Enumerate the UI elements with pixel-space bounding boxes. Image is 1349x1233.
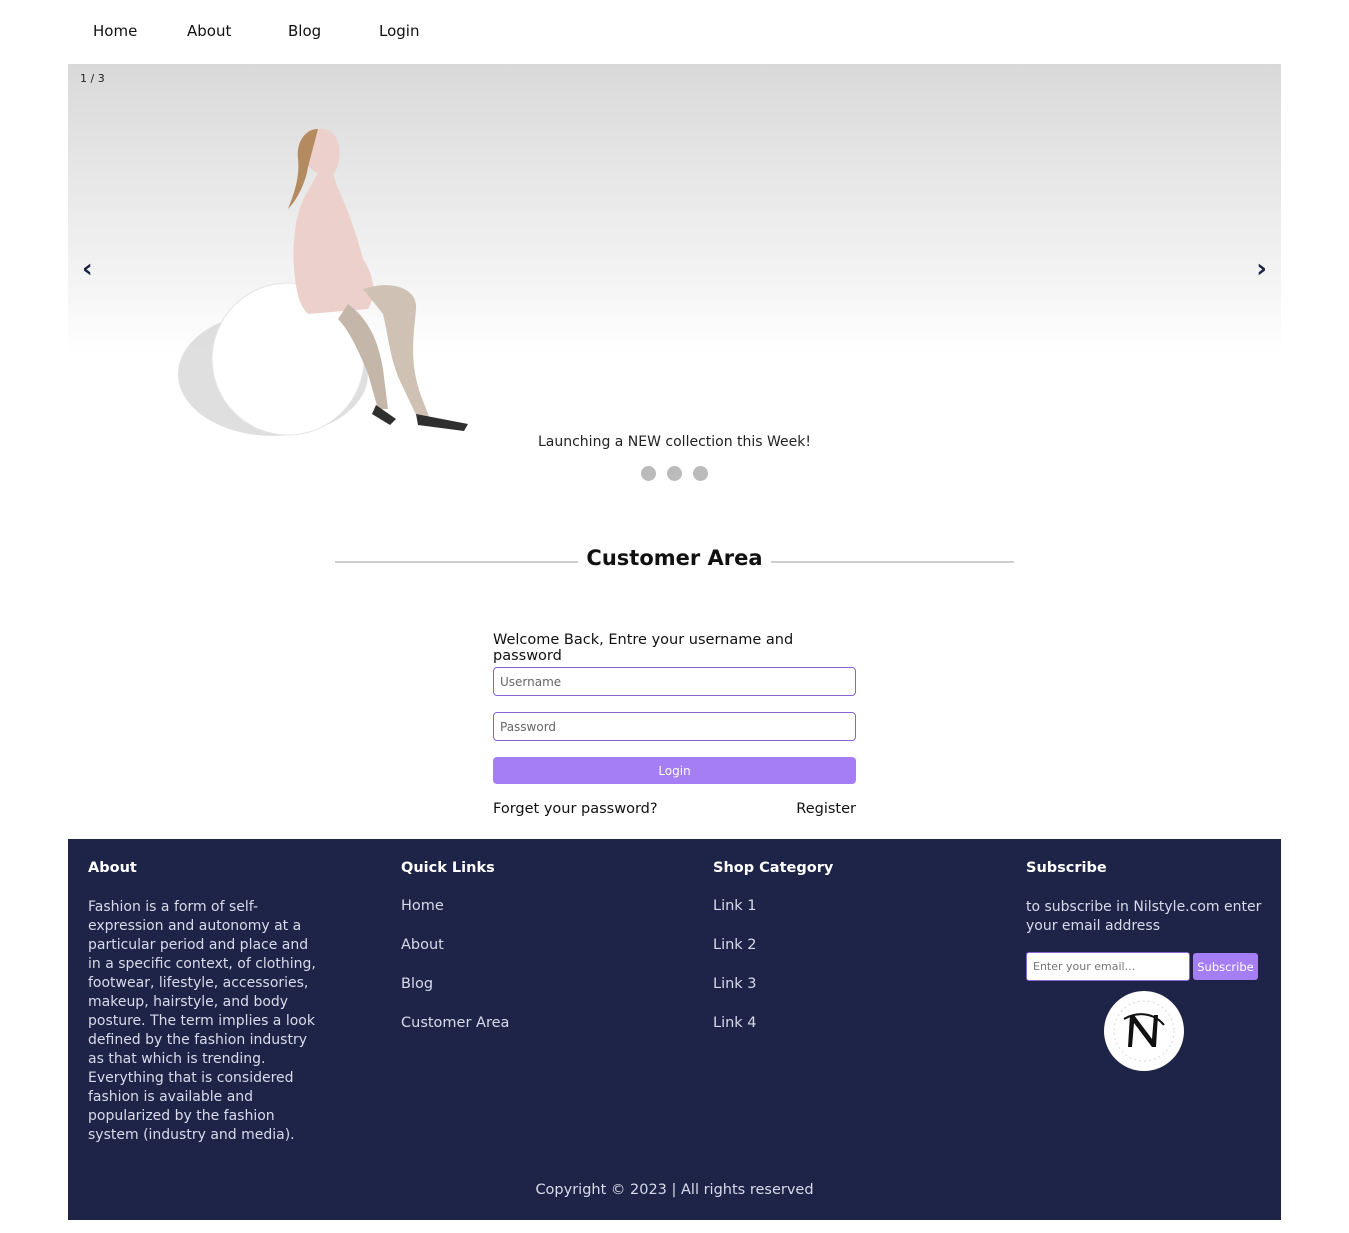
footer-link-2[interactable]: Link 2 [713,937,757,953]
footer-link-about[interactable]: About [401,937,444,953]
slider-dot[interactable] [640,466,656,481]
hero-slider: 1 / 3 ‹ › Launching a NEW collection thi… [68,64,1281,514]
customer-area-header: Customer Area [335,546,1014,578]
welcome-text: Welcome Back, Entre your username and pa… [493,632,794,664]
nav-home[interactable]: Home [93,22,137,40]
subscribe-button[interactable]: Subscribe [1193,953,1258,980]
footer-shop-category-title: Shop Category [713,860,834,876]
nilstyle-logo [1104,991,1184,1071]
nav-login[interactable]: Login [379,22,419,40]
footer-link-4[interactable]: Link 4 [713,1015,757,1031]
site-footer: About Fashion is a form of self-expressi… [68,839,1281,1220]
prev-slide-icon[interactable]: ‹ [82,254,93,284]
nav-blog[interactable]: Blog [288,22,321,40]
footer-link-customer-area[interactable]: Customer Area [401,1015,509,1031]
footer-shop-category: Shop Category Link 1 Link 2 Link 3 Link … [713,860,953,1054]
hero-model-image [178,128,468,436]
slide-counter: 1 / 3 [80,72,105,85]
section-title: Customer Area [586,546,763,570]
footer-subscribe-text: to subscribe in Nilstyle.com enter your … [1026,899,1262,934]
footer-link-blog[interactable]: Blog [401,976,433,992]
subscribe-form: Subscribe [1026,952,1266,981]
footer-subscribe: Subscribe to subscribe in Nilstyle.com e… [1026,860,1266,936]
password-input[interactable] [493,712,856,741]
footer-link-3[interactable]: Link 3 [713,976,757,992]
slider-dot[interactable] [667,466,682,481]
login-form: Welcome Back, Entre your username and pa… [493,632,856,823]
copyright-text: Copyright © 2023 | All rights reserved [535,1182,814,1198]
footer-about-title: About [88,860,137,876]
slider-dots [68,466,1281,485]
register-link[interactable]: Register [796,801,856,817]
footer-link-1[interactable]: Link 1 [713,898,757,914]
login-links: Forget your password? Register [493,801,856,823]
forgot-password-link[interactable]: Forget your password? [493,801,658,817]
login-button[interactable]: Login [493,757,856,784]
slider-dot[interactable] [693,466,709,481]
username-input[interactable] [493,667,856,696]
subscribe-email-input[interactable] [1026,952,1190,981]
footer-quick-links-title: Quick Links [401,860,495,876]
footer-about: About Fashion is a form of self-expressi… [88,860,320,1145]
nav-about[interactable]: About [187,22,231,40]
footer-quick-links: Quick Links Home About Blog Customer Are… [401,860,641,1054]
top-nav: Home About Blog Login [68,0,1281,64]
divider [771,561,1014,563]
footer-subscribe-title: Subscribe [1026,860,1107,876]
slide-caption: Launching a NEW collection this Week! [537,434,812,450]
footer-about-text: Fashion is a form of self-expression and… [88,899,316,1143]
footer-link-home[interactable]: Home [401,898,444,914]
next-slide-icon[interactable]: › [1256,254,1267,284]
